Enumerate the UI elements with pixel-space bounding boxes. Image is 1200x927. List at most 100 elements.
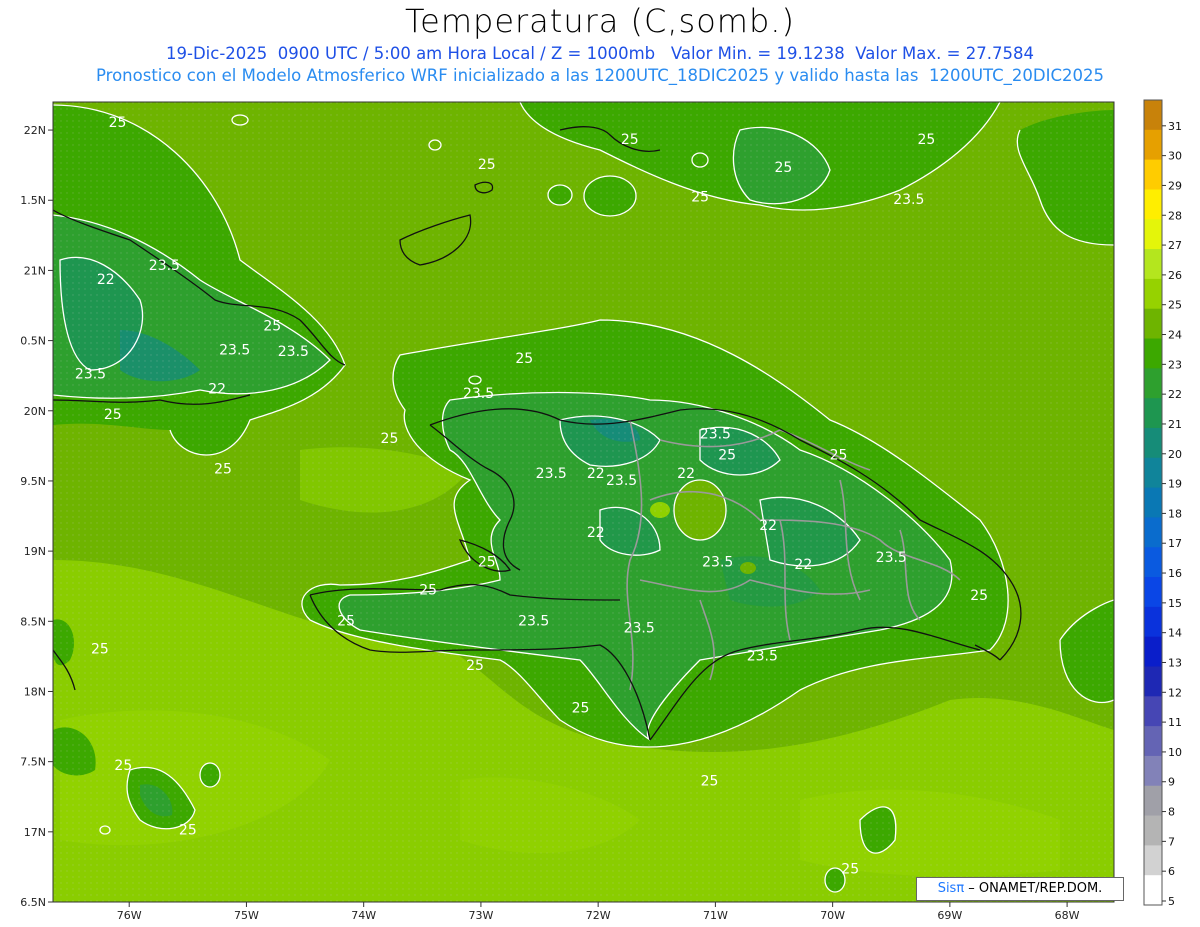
colorbar-label: 13 xyxy=(1168,656,1182,669)
contour-label: 23.5 xyxy=(278,344,309,360)
colorbar-label: 21 xyxy=(1168,418,1182,431)
contour-label: 23.5 xyxy=(219,342,250,358)
contour-label: 23.5 xyxy=(149,258,180,274)
temperature-field xyxy=(53,102,1114,902)
contour-label: 25 xyxy=(970,588,988,604)
contour-label: 22 xyxy=(587,525,605,541)
lon-tick-label: 71W xyxy=(703,909,728,922)
colorbar-label: 25 xyxy=(1168,299,1182,312)
colorbar: 31 30 29 28 27 26 25 24 23 22 21 20 19 18 17 16 15 14 13 12… xyxy=(1143,99,1182,908)
credit-text: – ONAMET/REP.DOM. xyxy=(964,881,1103,896)
lon-tick-label: 76W xyxy=(117,909,142,922)
colorbar-label: 10 xyxy=(1168,746,1182,759)
colorbar-label: 6 xyxy=(1168,865,1175,878)
contour-label: 25 xyxy=(337,613,355,629)
colorbar-swatch xyxy=(1144,845,1162,876)
lat-tick-label: 0.5N xyxy=(20,335,46,348)
lat-tick-label: 7.5N xyxy=(20,756,46,769)
colorbar-swatch xyxy=(1144,487,1162,518)
colorbar-label: 22 xyxy=(1168,388,1182,401)
colorbar-label: 12 xyxy=(1168,686,1182,699)
contour-label: 25 xyxy=(830,448,848,464)
colorbar-swatch xyxy=(1144,696,1162,727)
contour-label: 25 xyxy=(114,758,132,774)
contour-label: 25 xyxy=(572,700,590,716)
lat-tick-label: 8.5N xyxy=(20,615,46,628)
colorbar-label: 11 xyxy=(1168,716,1182,729)
map-subtitle-line2: Pronostico con el Modelo Atmosferico WRF… xyxy=(96,66,1104,85)
colorbar-swatch xyxy=(1144,755,1162,787)
colorbar-label: 16 xyxy=(1168,567,1182,580)
colorbar-label: 15 xyxy=(1168,597,1182,610)
colorbar-swatch xyxy=(1144,875,1162,906)
lon-tick-label: 69W xyxy=(937,909,962,922)
colorbar-swatch xyxy=(1144,666,1162,697)
lat-tick-label: 20N xyxy=(24,405,46,418)
lon-tick-label: 70W xyxy=(820,909,845,922)
colorbar-label: 26 xyxy=(1168,269,1182,282)
contour-label: 25 xyxy=(515,351,533,367)
contour-label: 25 xyxy=(179,822,197,838)
colorbar-swatch xyxy=(1144,189,1162,220)
contour-label: 25 xyxy=(701,773,719,789)
contour-label: 23.5 xyxy=(75,366,106,382)
colorbar-label: 30 xyxy=(1168,150,1182,163)
colorbar-swatch xyxy=(1144,606,1162,638)
contour-label: 25 xyxy=(104,407,122,423)
contour-label: 25 xyxy=(918,132,936,148)
contour-label: 25 xyxy=(691,189,709,205)
colorbar-label: 24 xyxy=(1168,329,1182,342)
colorbar-swatch xyxy=(1144,100,1162,131)
colorbar-label: 19 xyxy=(1168,478,1182,491)
colorbar-label: 17 xyxy=(1168,537,1182,550)
forecast-map: 22N 1.5N 21N 0.5N 20N 9.5N 19N 8.5N 18N 7.5N 17N 6.… xyxy=(20,99,1182,922)
colorbar-swatch xyxy=(1144,636,1162,667)
lon-tick-label: 73W xyxy=(468,909,493,922)
contour-label: 23.5 xyxy=(536,466,567,482)
contour-label: 22 xyxy=(794,557,812,573)
colorbar-swatch xyxy=(1144,517,1162,548)
contour-label: 25 xyxy=(718,448,736,464)
contour-label: 23.5 xyxy=(747,648,778,664)
lat-tick-label: 1.5N xyxy=(20,194,46,207)
contour-label: 25 xyxy=(621,132,639,148)
contour-label: 25 xyxy=(774,160,792,176)
colorbar-label: 27 xyxy=(1168,239,1182,252)
contour-label: 22 xyxy=(759,518,777,534)
contour-label: 23.5 xyxy=(700,427,731,443)
contour-label: 23.5 xyxy=(702,554,733,570)
contour-label: 23.5 xyxy=(606,473,637,489)
colorbar-swatch xyxy=(1144,249,1162,280)
contour-label: 22 xyxy=(587,466,605,482)
lon-tick-label: 68W xyxy=(1055,909,1080,922)
contour-label: 25 xyxy=(109,115,127,131)
contour-label: 22 xyxy=(97,272,115,288)
colorbar-swatch xyxy=(1144,338,1162,369)
contour-label: 25 xyxy=(419,582,437,598)
colorbar-swatch xyxy=(1144,398,1162,429)
colorbar-swatch xyxy=(1144,308,1162,340)
map-subtitle-line1: 19-Dic-2025 0900 UTC / 5:00 am Hora Loca… xyxy=(166,44,1034,63)
lat-tick-label: 17N xyxy=(24,826,46,839)
lat-tick-label: 9.5N xyxy=(20,475,46,488)
contour-label: 23.5 xyxy=(624,620,655,636)
colorbar-label: 8 xyxy=(1168,806,1175,819)
colorbar-swatch xyxy=(1144,815,1162,846)
lat-tick-label: 18N xyxy=(24,685,46,698)
colorbar-swatch xyxy=(1144,368,1162,399)
contour-label: 25 xyxy=(478,157,496,173)
colorbar-label: 5 xyxy=(1168,895,1175,908)
credit-box: Sisπ – ONAMET/REP.DOM. xyxy=(916,877,1124,901)
colorbar-swatch xyxy=(1144,577,1162,608)
lon-tick-label: 74W xyxy=(351,909,376,922)
contour-label: 25 xyxy=(263,319,281,335)
contour-label: 25 xyxy=(381,431,399,447)
lon-tick-label: 72W xyxy=(586,909,611,922)
lat-tick-label: 21N xyxy=(24,264,46,277)
colorbar-label: 9 xyxy=(1168,776,1175,789)
contour-label: 22 xyxy=(208,382,226,398)
contour-label: 25 xyxy=(478,554,496,570)
contour-label: 22 xyxy=(677,466,695,482)
contour-label: 23.5 xyxy=(893,192,924,208)
lat-tick-label: 19N xyxy=(24,545,46,558)
